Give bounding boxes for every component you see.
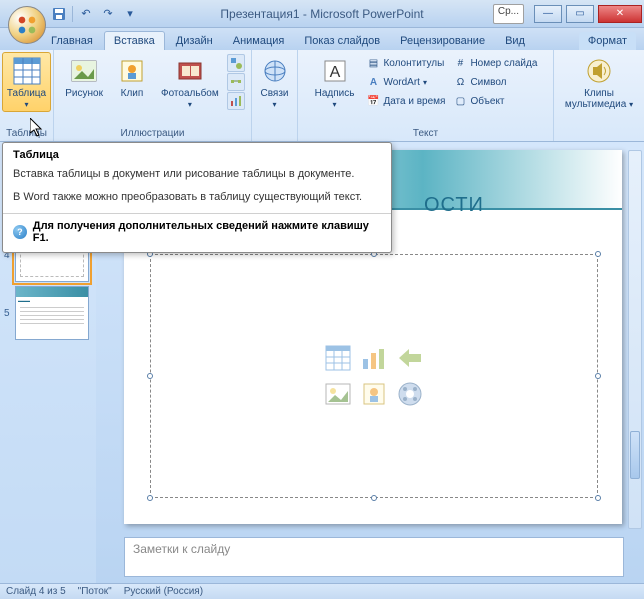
- cursor-icon: [30, 118, 44, 138]
- insert-chart-icon[interactable]: [359, 343, 389, 373]
- chevron-down-icon: ▾: [24, 100, 28, 109]
- qat-save-icon[interactable]: [50, 5, 68, 23]
- tab-home[interactable]: Главная: [42, 32, 102, 50]
- tab-slideshow[interactable]: Показ слайдов: [295, 32, 389, 50]
- chart-button[interactable]: [227, 92, 245, 110]
- slidenum-button[interactable]: #Номер слайда: [451, 54, 539, 72]
- status-bar: Слайд 4 из 5 "Поток" Русский (Россия): [0, 583, 644, 599]
- clip-label: Клип: [121, 88, 144, 99]
- wordart-label: WordArt: [383, 77, 420, 88]
- picture-icon: [68, 55, 100, 87]
- maximize-button[interactable]: ▭: [566, 5, 594, 23]
- insert-smartart-icon[interactable]: [395, 343, 425, 373]
- tooltip: Таблица Вставка таблицы в документ или р…: [2, 142, 392, 253]
- table-button[interactable]: Таблица ▾: [2, 52, 51, 112]
- speaker-icon: [583, 55, 615, 87]
- links-label: Связи: [260, 88, 288, 99]
- qat-redo-icon[interactable]: ↷: [99, 5, 117, 23]
- object-icon: ▢: [453, 94, 467, 108]
- close-button[interactable]: ✕: [598, 5, 642, 23]
- clip-button[interactable]: Клип: [111, 52, 153, 102]
- tab-review[interactable]: Рецензирование: [391, 32, 494, 50]
- thumb-number: 5: [4, 308, 12, 319]
- picture-label: Рисунок: [65, 88, 103, 99]
- media-label: Клипымультимедиа ▾: [565, 88, 633, 110]
- media-clips-button[interactable]: Клипымультимедиа ▾: [560, 52, 638, 113]
- qat-undo-icon[interactable]: ↶: [77, 5, 95, 23]
- tab-animation[interactable]: Анимация: [224, 32, 294, 50]
- insert-clipart-icon[interactable]: [359, 379, 389, 409]
- svg-text:A: A: [329, 64, 340, 81]
- window-title: Презентация1 - Microsoft PowerPoint: [220, 7, 423, 21]
- tooltip-help: ? Для получения дополнительных сведений …: [13, 220, 381, 244]
- status-theme: "Поток": [78, 586, 112, 597]
- ribbon-tabs: Главная Вставка Дизайн Анимация Показ сл…: [0, 28, 644, 50]
- wordart-icon: A: [366, 75, 380, 89]
- date-label: Дата и время: [383, 96, 445, 107]
- office-button[interactable]: [8, 6, 46, 44]
- separator: [3, 213, 391, 214]
- table-icon: [11, 55, 43, 87]
- object-label: Объект: [470, 96, 504, 107]
- status-lang[interactable]: Русский (Россия): [124, 586, 203, 597]
- smartart-button[interactable]: [227, 73, 245, 91]
- slide-title-text: ОСТИ: [424, 194, 484, 217]
- help-icon: ?: [13, 225, 27, 239]
- object-button[interactable]: ▢Объект: [451, 92, 539, 110]
- date-icon: 📅: [366, 94, 380, 108]
- photoalbum-button[interactable]: Фотоальбом ▾: [156, 52, 224, 112]
- insert-picture-icon[interactable]: [323, 379, 353, 409]
- hyperlink-icon: [259, 55, 291, 87]
- qat-dropdown-icon[interactable]: ▾: [121, 5, 139, 23]
- vertical-scrollbar[interactable]: [628, 150, 642, 529]
- symbol-button[interactable]: ΩСимвол: [451, 73, 539, 91]
- tab-design[interactable]: Дизайн: [167, 32, 222, 50]
- textbox-icon: A: [319, 55, 351, 87]
- group-text-label: Текст: [413, 127, 438, 141]
- spellcheck-badge[interactable]: Ср...: [493, 4, 524, 24]
- separator: [72, 6, 73, 22]
- slidenum-label: Номер слайда: [470, 58, 537, 69]
- textbox-button[interactable]: A Надпись ▾: [310, 52, 360, 112]
- symbol-icon: Ω: [453, 75, 467, 89]
- tooltip-title: Таблица: [13, 149, 381, 161]
- photoalbum-label: Фотоальбом: [161, 88, 219, 99]
- tooltip-body: Вставка таблицы в документ или рисование…: [13, 167, 381, 182]
- group-illustrations-label: Иллюстрации: [121, 127, 185, 141]
- datetime-button[interactable]: 📅Дата и время: [364, 92, 447, 110]
- ribbon: Таблица ▾ Таблицы Рисунок Клип Фотоальбо…: [0, 50, 644, 142]
- slide-thumbnail[interactable]: ▬▬▬: [15, 286, 89, 340]
- tab-format[interactable]: Формат: [579, 32, 636, 50]
- notes-pane[interactable]: Заметки к слайду: [124, 537, 624, 577]
- shapes-button[interactable]: [227, 54, 245, 72]
- tab-view[interactable]: Вид: [496, 32, 534, 50]
- insert-media-icon[interactable]: [395, 379, 425, 409]
- links-button[interactable]: Связи ▾: [254, 52, 296, 112]
- tab-insert[interactable]: Вставка: [104, 31, 165, 50]
- table-label: Таблица: [7, 88, 46, 99]
- symbol-label: Символ: [470, 77, 506, 88]
- status-slide: Слайд 4 из 5: [6, 586, 66, 597]
- picture-button[interactable]: Рисунок: [60, 52, 108, 102]
- wordart-button[interactable]: AWordArt ▾: [364, 73, 447, 91]
- chevron-down-icon: ▾: [272, 100, 276, 109]
- textbox-label: Надпись: [315, 88, 355, 99]
- scrollbar-thumb[interactable]: [630, 431, 640, 479]
- header-label: Колонтитулы: [383, 58, 444, 69]
- clip-icon: [116, 55, 148, 87]
- header-footer-button[interactable]: ▤Колонтитулы: [364, 54, 447, 72]
- tooltip-help-text: Для получения дополнительных сведений на…: [33, 220, 381, 244]
- tooltip-body: В Word также можно преобразовать в табли…: [13, 190, 381, 205]
- insert-table-icon[interactable]: [323, 343, 353, 373]
- header-icon: ▤: [366, 56, 380, 70]
- slidenum-icon: #: [453, 56, 467, 70]
- chevron-down-icon: ▾: [333, 100, 337, 109]
- chevron-down-icon: ▾: [188, 100, 192, 109]
- minimize-button[interactable]: —: [534, 5, 562, 23]
- photoalbum-icon: [174, 55, 206, 87]
- content-placeholder[interactable]: [150, 254, 598, 498]
